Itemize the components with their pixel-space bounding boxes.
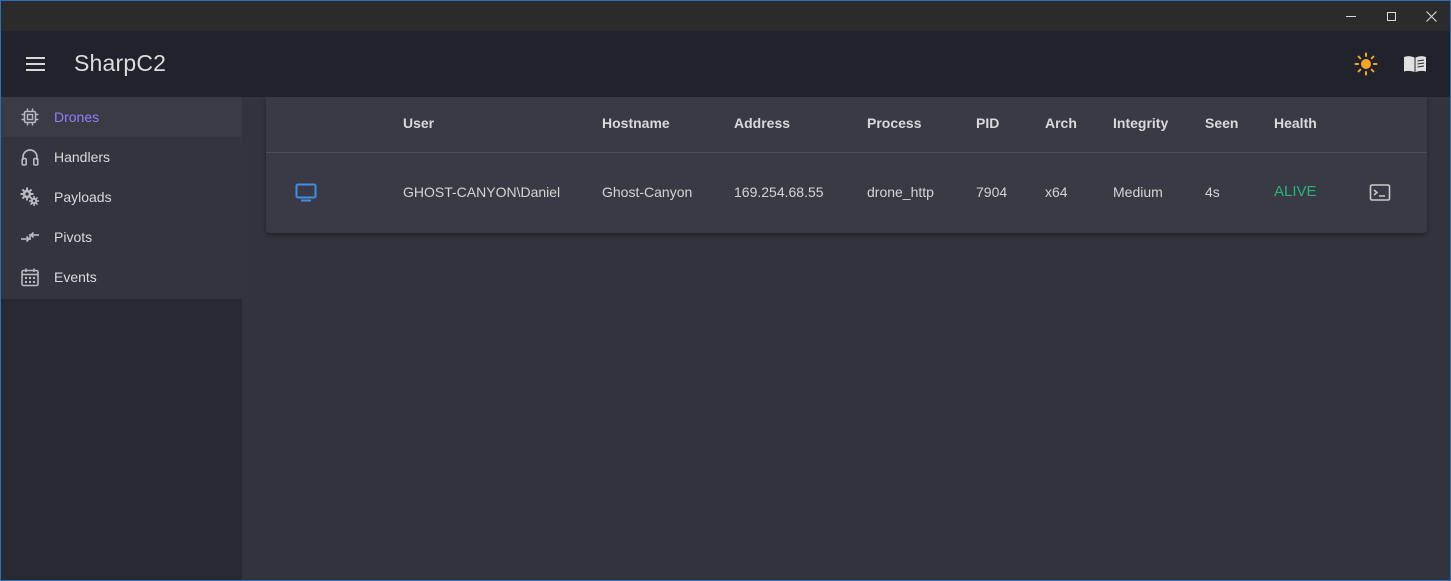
cell-health-status: ALIVE [1274,183,1317,200]
book-icon[interactable] [1402,52,1428,76]
sidebar-item-payloads[interactable]: Payloads [1,177,242,217]
close-icon [1425,10,1437,22]
cell-seen: 4s [1205,184,1220,200]
column-header-seen[interactable]: Seen [1205,115,1238,131]
sidebar-item-drones[interactable]: Drones [1,97,242,137]
column-header-health[interactable]: Health [1274,115,1317,131]
column-header-pid[interactable]: PID [976,115,999,131]
column-header-integrity[interactable]: Integrity [1113,115,1168,131]
sidebar-item-label: Drones [54,109,100,125]
cell-pid: 7904 [976,184,1008,200]
main-content: User Hostname Address Process PID Arch I… [242,97,1450,580]
gears-icon [19,186,41,208]
chip-icon [19,106,41,128]
calendar-icon [19,266,41,288]
column-header-arch[interactable]: Arch [1045,115,1077,131]
sidebar-item-pivots[interactable]: Pivots [1,217,242,257]
menu-icon[interactable] [26,56,46,72]
cell-arch: x64 [1045,184,1068,200]
nav-list: Drones Handlers Payloads Pivots Events [1,97,242,299]
sun-icon[interactable] [1354,52,1378,76]
headphones-icon [19,146,41,168]
close-button[interactable] [1411,1,1450,31]
column-header-hostname[interactable]: Hostname [602,115,670,131]
minimize-icon [1346,15,1356,17]
sidebar-item-handlers[interactable]: Handlers [1,137,242,177]
maximize-icon [1386,11,1396,21]
sidebar-item-label: Pivots [54,229,93,245]
cell-process: drone_http [867,184,934,200]
sidebar-item-events[interactable]: Events [1,257,242,297]
column-header-user[interactable]: User [403,115,434,131]
drones-table: User Hostname Address Process PID Arch I… [266,97,1427,233]
sidebar: Drones Handlers Payloads Pivots Events [1,97,242,580]
pivot-arrows-icon [19,226,41,248]
maximize-button[interactable] [1371,1,1411,31]
column-header-process[interactable]: Process [867,115,921,131]
column-header-address[interactable]: Address [734,115,790,131]
app-title: SharpC2 [74,50,167,76]
cell-address: 169.254.68.55 [734,184,824,200]
sidebar-item-label: Events [54,269,97,285]
sidebar-item-label: Handlers [54,149,111,165]
minimize-button[interactable] [1331,1,1371,31]
cell-hostname: Ghost-Canyon [602,184,693,200]
header-divider [266,152,1427,153]
title-bar [1,1,1450,31]
cell-user: GHOST-CANYON\Daniel [403,184,561,200]
cell-integrity: Medium [1113,184,1163,200]
app-window: SharpC2 Drones Handlers Payloads Pivots … [0,0,1451,581]
app-bar: SharpC2 [1,31,1450,97]
sidebar-item-label: Payloads [54,189,112,205]
terminal-icon[interactable] [1369,183,1391,203]
monitor-icon [295,183,317,202]
